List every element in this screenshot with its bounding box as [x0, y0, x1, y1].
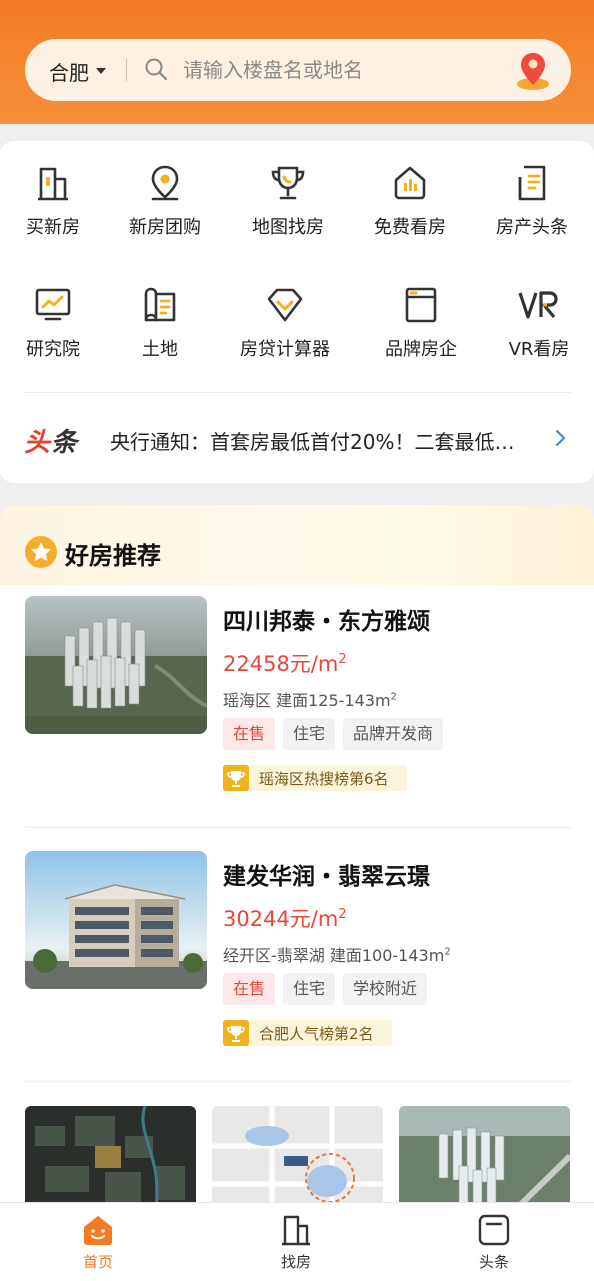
- grid-item-mortgage-calculator[interactable]: 房贷计算器: [230, 285, 340, 361]
- location-pin-icon: [151, 165, 179, 201]
- grid-label: 买新房: [26, 217, 80, 238]
- grid-label: 房产头条: [496, 217, 568, 238]
- tab-label: 找房: [280, 1253, 311, 1271]
- grid-item-property-news[interactable]: 房产头条: [477, 163, 587, 239]
- tab-headlines[interactable]: 头条: [434, 1213, 554, 1272]
- status-tag: 在售: [223, 973, 276, 1005]
- listing-meta: 经开区-翡翠湖 建面100-143m2: [223, 946, 451, 965]
- grid-item-group-buy[interactable]: 新房团购: [110, 163, 220, 239]
- monitor-chart-icon: [35, 288, 71, 321]
- trophy-icon: [223, 765, 249, 791]
- rank-text: 合肥人气榜第2名: [259, 1024, 374, 1043]
- trophy-icon: [271, 166, 305, 200]
- rank-badge[interactable]: 瑶海区热搜榜第6名: [223, 765, 407, 791]
- listing-price: 22458元/m2: [223, 652, 347, 676]
- thumbnail-aerial[interactable]: [399, 1106, 570, 1216]
- tab-home[interactable]: 首页: [38, 1213, 158, 1272]
- feature-tag: 学校附近: [343, 973, 428, 1005]
- thumbnail-photo[interactable]: [25, 1106, 196, 1216]
- vr-icon: [518, 291, 558, 319]
- building-icon: [38, 167, 68, 201]
- grid-label: 免费看房: [374, 217, 446, 238]
- diamond-icon: [267, 288, 303, 322]
- tab-label: 首页: [82, 1253, 113, 1271]
- building-icon: [282, 1215, 310, 1246]
- feature-tag: 品牌开发商: [343, 718, 444, 750]
- tab-find-home[interactable]: 找房: [236, 1213, 356, 1272]
- city-selector[interactable]: 合肥: [49, 57, 89, 86]
- listing-divider: [25, 827, 571, 828]
- search-divider: [126, 59, 127, 81]
- thumbnail-map[interactable]: [212, 1106, 383, 1216]
- grid-item-vr-viewing[interactable]: VR看房: [484, 285, 594, 361]
- home-face-icon: [84, 1216, 112, 1245]
- document-icon: [478, 1214, 510, 1246]
- type-tag: 住宅: [283, 973, 336, 1005]
- rank-text: 瑶海区热搜榜第6名: [259, 769, 389, 788]
- listing-tags: 在售 住宅 学校附近: [223, 973, 428, 1005]
- listing-name[interactable]: 建发华润・翡翠云璟: [223, 857, 430, 891]
- grid-item-map-search[interactable]: 地图找房: [233, 163, 343, 239]
- grid-label: 地图找房: [252, 217, 324, 238]
- listing-thumbnails[interactable]: [0, 1106, 594, 1216]
- listing-photo[interactable]: [25, 851, 207, 989]
- search-input[interactable]: [183, 55, 483, 85]
- trophy-icon: [223, 1020, 249, 1046]
- type-tag: 住宅: [283, 718, 336, 750]
- headline-text[interactable]: 央行通知：首套房最低首付20%！二套最低…: [110, 426, 550, 455]
- header: 合肥: [0, 0, 594, 124]
- grid-label: 新房团购: [129, 217, 201, 238]
- grid-item-research[interactable]: 研究院: [0, 285, 108, 361]
- map-scroll-icon: [144, 287, 176, 322]
- section-title: 好房推荐: [65, 542, 161, 570]
- headline-tag: 头条: [24, 428, 79, 458]
- listing-meta: 瑶海区 建面125-143m2: [223, 691, 397, 710]
- grid-item-land[interactable]: 土地: [105, 285, 215, 361]
- grid-label: 品牌房企: [385, 339, 457, 360]
- house-chart-icon: [394, 166, 426, 200]
- star-badge-icon: [25, 536, 57, 568]
- rank-badge[interactable]: 合肥人气榜第2名: [223, 1020, 392, 1046]
- listing-name[interactable]: 四川邦泰・东方雅颂: [223, 602, 430, 636]
- search-bar[interactable]: 合肥: [25, 39, 571, 101]
- search-icon: [145, 58, 168, 81]
- tab-label: 头条: [478, 1253, 509, 1271]
- quick-entry-card: 买新房 新房团购 地图找房 免费看房 房产头条 研究院 土地 房贷计算器 品牌房…: [0, 141, 594, 483]
- recommendations-card: 好房推荐 四川邦泰・东方雅颂 22458元/m2 瑶海区 建面125-143m2…: [0, 505, 594, 1225]
- listing-photo[interactable]: [25, 596, 207, 734]
- divider: [25, 392, 571, 393]
- chevron-down-icon[interactable]: [96, 68, 106, 74]
- grid-label: VR看房: [508, 339, 570, 360]
- document-icon: [518, 165, 546, 201]
- location-icon[interactable]: [515, 51, 551, 91]
- grid-label: 研究院: [26, 339, 80, 360]
- chevron-right-icon[interactable]: [554, 428, 568, 448]
- grid-label: 房贷计算器: [240, 339, 330, 360]
- grid-item-free-viewing[interactable]: 免费看房: [355, 163, 465, 239]
- listing-price: 30244元/m2: [223, 907, 347, 931]
- status-tag: 在售: [223, 718, 276, 750]
- listing-divider: [25, 1081, 571, 1082]
- window-icon: [405, 287, 437, 323]
- grid-label: 土地: [142, 339, 178, 360]
- grid-item-brand-developers[interactable]: 品牌房企: [366, 285, 476, 361]
- bottom-tab-bar: 首页 找房 头条: [0, 1202, 594, 1281]
- listing-tags: 在售 住宅 品牌开发商: [223, 718, 444, 750]
- grid-item-buy-new[interactable]: 买新房: [0, 163, 108, 239]
